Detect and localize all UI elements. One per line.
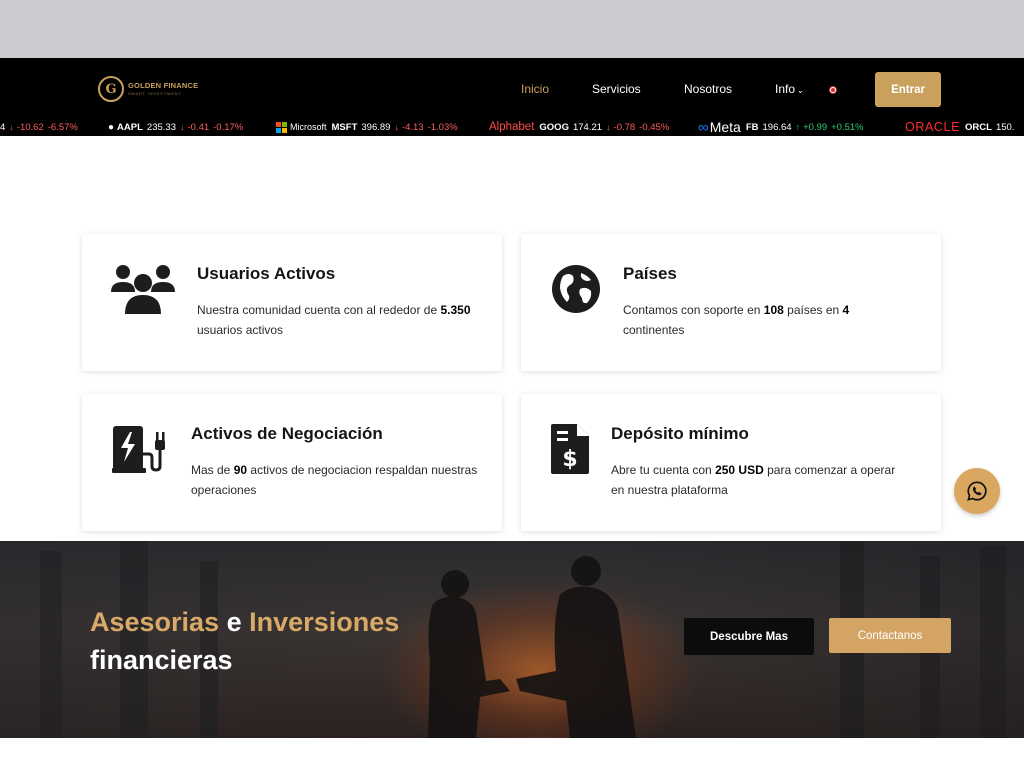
- stat-title: Países: [623, 264, 677, 283]
- stat-description: Mas de 90 activos de negociacion respald…: [191, 463, 478, 497]
- invoice-dollar-icon: $: [551, 424, 589, 474]
- apple-logo-icon: ●: [108, 121, 115, 133]
- login-button[interactable]: Entrar: [875, 72, 941, 107]
- nav-servicios[interactable]: Servicios: [592, 82, 641, 96]
- arrow-up-icon: ↑: [795, 122, 801, 132]
- arrow-down-icon: ↓: [179, 122, 185, 132]
- nav-inicio[interactable]: Inicio: [521, 82, 549, 96]
- browser-chrome-area: [0, 0, 1024, 58]
- stat-card-deposit: $ Depósito mínimo Abre tu cuenta con 250…: [521, 394, 941, 531]
- stat-card-assets: Activos de Negociación Mas de 90 activos…: [82, 394, 502, 531]
- users-group-icon: [111, 265, 175, 314]
- stat-title: Usuarios Activos: [197, 264, 336, 283]
- arrow-down-icon: ↓: [394, 122, 399, 132]
- ticker-item[interactable]: Alphabet GOOG 174.21 ↓ -0.78 -0.45%: [489, 120, 669, 134]
- stat-description: Nuestra comunidad cuenta con al rededor …: [197, 303, 471, 337]
- oracle-logo: ORACLE: [905, 120, 961, 134]
- hero-banner: Asesorias e Inversiones financieras Desc…: [0, 541, 1024, 738]
- alphabet-logo: Alphabet: [489, 121, 535, 133]
- stat-title: Activos de Negociación: [191, 424, 383, 443]
- ticker-item[interactable]: Microsoft MSFT 396.89 ↓ -4.13 -1.03%: [276, 120, 458, 134]
- stat-card-users: Usuarios Activos Nuestra comunidad cuent…: [82, 234, 502, 371]
- nav-info-label: Info: [775, 82, 796, 96]
- charging-station-icon: [112, 426, 165, 473]
- arrow-down-icon: ↓: [9, 122, 14, 132]
- banner-headline: Asesorias e Inversiones financieras: [90, 607, 400, 675]
- nav-info[interactable]: Info ⌄: [775, 82, 804, 96]
- stat-card-countries: Países Contamos con soporte en 108 paíse…: [521, 234, 941, 371]
- logo-name: GOLDEN FINANCE: [128, 81, 199, 91]
- arrow-down-icon: ↓: [606, 122, 611, 132]
- ticker-item[interactable]: ORACLE ORCL 150.: [905, 120, 1018, 134]
- meta-infinity-icon: ∞: [698, 118, 709, 136]
- svg-text:$: $: [562, 447, 577, 472]
- ticker-item[interactable]: 4 ↓ -10.62 -6.57%: [0, 120, 78, 134]
- whatsapp-icon: [967, 481, 987, 501]
- microsoft-logo-icon: [276, 121, 287, 133]
- brand-logo[interactable]: G GOLDEN FINANCE SMART INVESTMENT: [98, 76, 198, 102]
- stock-ticker: 4 ↓ -10.62 -6.57% ● AAPL 235.33 ↓ -0.41 …: [0, 118, 1024, 136]
- discover-more-button[interactable]: Descubre Mas: [684, 618, 814, 655]
- ticker-item[interactable]: ● AAPL 235.33 ↓ -0.41 -0.17%: [108, 120, 243, 134]
- stat-description: Abre tu cuenta con 250 USD para comenzar…: [611, 463, 896, 497]
- ticker-item[interactable]: ∞ Meta FB 196.64 ↑ +0.99 +0.51%: [698, 118, 864, 136]
- logo-tagline: SMART INVESTMENT: [128, 90, 182, 96]
- chevron-down-icon: ⌄: [797, 86, 804, 95]
- navbar: G GOLDEN FINANCE SMART INVESTMENT Inicio…: [0, 58, 1024, 118]
- whatsapp-button[interactable]: [954, 468, 1000, 514]
- nav-nosotros[interactable]: Nosotros: [684, 82, 732, 96]
- logo-mark-icon: G: [98, 76, 124, 102]
- stat-description: Contamos con soporte en 108 países en 4 …: [623, 303, 850, 337]
- meta-logo: ∞ Meta: [698, 118, 741, 136]
- language-flag-icon[interactable]: [829, 86, 837, 94]
- globe-icon: [552, 265, 600, 313]
- contact-button[interactable]: Contactanos: [829, 618, 951, 653]
- stat-title: Depósito mínimo: [611, 424, 749, 443]
